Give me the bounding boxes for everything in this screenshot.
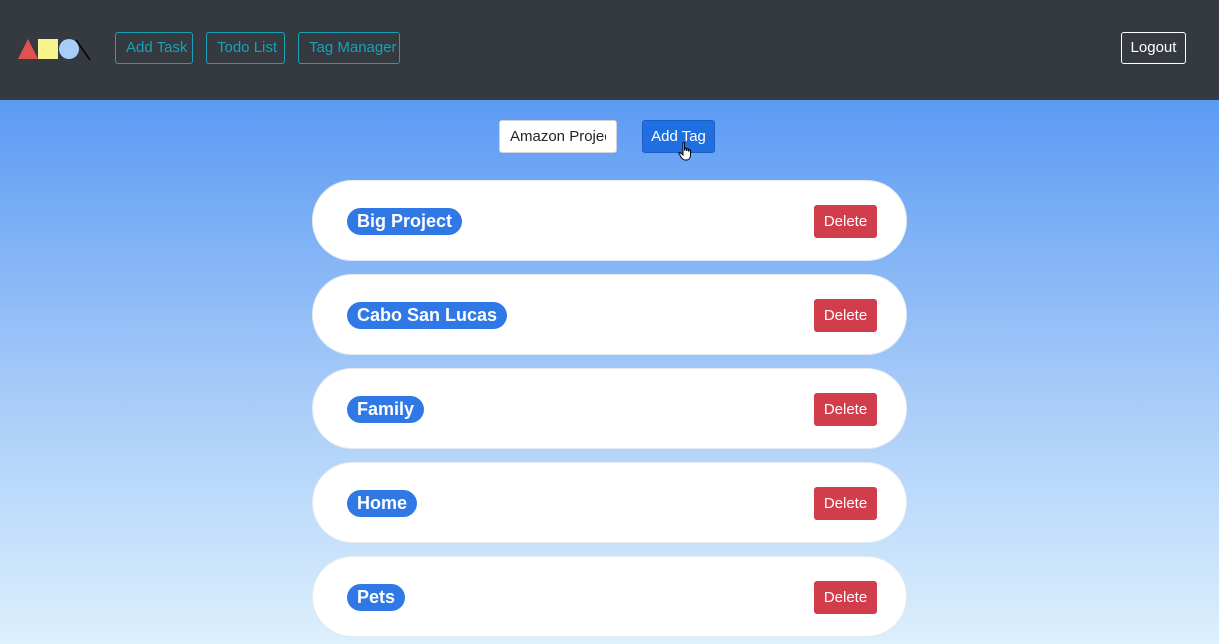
delete-tag-button[interactable]: Delete — [814, 487, 877, 520]
nav-add-task-button[interactable]: Add Task — [115, 32, 193, 64]
tag-card: Cabo San Lucas Delete — [312, 274, 907, 355]
delete-tag-button[interactable]: Delete — [814, 299, 877, 332]
tag-badge: Home — [347, 490, 418, 517]
navbar: Add Task Todo List Tag Manager Logout — [0, 0, 1219, 100]
tag-badge: Pets — [347, 584, 406, 611]
tag-card: Pets Delete — [312, 556, 907, 637]
tag-card: Big Project Delete — [312, 180, 907, 261]
add-tag-button[interactable]: Add Tag — [642, 120, 715, 153]
shapes-logo-icon[interactable] — [16, 36, 92, 62]
tag-badge: Family — [347, 396, 425, 423]
delete-tag-button[interactable]: Delete — [814, 581, 877, 614]
tag-badge: Big Project — [347, 208, 463, 235]
nav-todo-list-button[interactable]: Todo List — [206, 32, 285, 64]
tag-name-input[interactable] — [499, 120, 617, 153]
tag-card: Home Delete — [312, 462, 907, 543]
tag-badge: Cabo San Lucas — [347, 302, 508, 329]
nav-tag-manager-button[interactable]: Tag Manager — [298, 32, 400, 64]
delete-tag-button[interactable]: Delete — [814, 205, 877, 238]
tag-card: Family Delete — [312, 368, 907, 449]
tag-manager-main: Add Tag Big Project Delete Cabo San Luca… — [0, 100, 1219, 644]
delete-tag-button[interactable]: Delete — [814, 393, 877, 426]
logout-button[interactable]: Logout — [1121, 32, 1186, 64]
